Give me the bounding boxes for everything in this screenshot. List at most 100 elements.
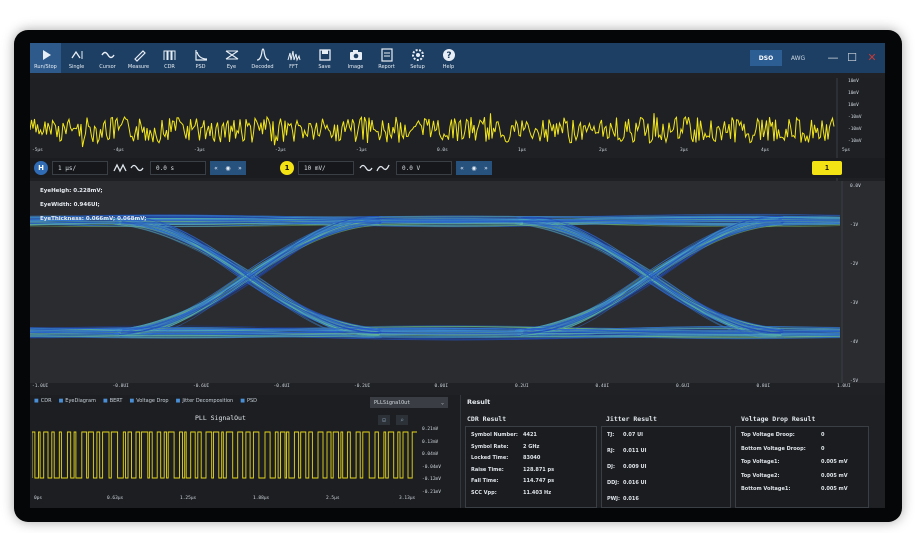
- tab-psd[interactable]: ■ PSD: [240, 398, 257, 404]
- svg-text:?: ?: [446, 51, 451, 61]
- result-row: DDJ: 0.016 UI: [607, 480, 646, 486]
- ac-coupling-icon[interactable]: [358, 161, 374, 175]
- toolbar-button-label: Single: [68, 63, 85, 70]
- measure-button[interactable]: Measure: [123, 43, 154, 73]
- center-vertical-button[interactable]: ◉: [468, 165, 480, 172]
- tab-cdr[interactable]: ■ CDR: [34, 398, 52, 404]
- overview-volt-label: -10mV: [848, 115, 862, 120]
- cdr-button[interactable]: CDR: [154, 43, 185, 73]
- eye-volt-label: -3V: [850, 301, 859, 306]
- awg-mode-button[interactable]: AWG: [782, 50, 814, 66]
- search-icon[interactable]: ⌕: [396, 415, 408, 425]
- dso-mode-button[interactable]: DSO: [750, 50, 782, 66]
- zoom-in-wave-icon[interactable]: [112, 161, 128, 175]
- pll-signal-plot[interactable]: [32, 426, 420, 490]
- cdr-result-box: Symbol Number: 4421 Symbol Rate: 2 GHz Locke…: [465, 426, 597, 508]
- play-icon: [39, 47, 53, 63]
- minimize-icon[interactable]: —: [825, 49, 841, 65]
- result-key: RJ:: [607, 448, 615, 454]
- fft-button[interactable]: FFT: [278, 43, 309, 73]
- dc-coupling-icon[interactable]: [375, 161, 391, 175]
- eye-trace: [522, 222, 784, 334]
- result-key: PWJ:: [607, 496, 621, 502]
- result-row: Fall Time: 114.747 ps: [471, 478, 554, 484]
- move-right-button[interactable]: »: [234, 165, 246, 172]
- result-row: Locked Time: 83040: [471, 455, 540, 461]
- result-value: 0: [821, 432, 825, 438]
- pll-volt-label: 0.04mV: [422, 452, 439, 457]
- tab-dot-icon: ■: [58, 398, 64, 404]
- tab-label: Voltage Drop: [136, 398, 169, 404]
- decoded-button[interactable]: Decoded: [247, 43, 278, 73]
- help-icon: ?: [442, 47, 456, 63]
- save-button[interactable]: Save: [309, 43, 340, 73]
- tab-label: BERT: [109, 398, 123, 404]
- tab-dot-icon: ■: [240, 398, 245, 404]
- mode-switch: DSO AWG: [750, 50, 814, 66]
- result-key: Bottom Voltage1:: [741, 486, 791, 492]
- eye-trace: [120, 218, 381, 329]
- result-value: 0.005 mV: [821, 472, 848, 479]
- overview-time-tick: -5μs: [32, 148, 43, 153]
- single-button[interactable]: Single: [61, 43, 92, 73]
- vertical-nav-group: « ◉ »: [456, 161, 492, 175]
- move-left-button[interactable]: «: [210, 165, 222, 172]
- tab-jitter-decomposition[interactable]: ■ Jitter Decomposition: [176, 398, 234, 404]
- eye-trace: [522, 218, 783, 329]
- psd-button[interactable]: PSD: [185, 43, 216, 73]
- single-trigger-icon: [70, 47, 84, 63]
- result-key: DJ:: [607, 464, 616, 470]
- voltage-result-box: Top Voltage Droop: 0 Bottom Voltage Droop:…: [735, 426, 869, 508]
- result-value: 0: [821, 445, 825, 452]
- pll-time-tick: 3.13μs: [399, 496, 416, 501]
- channel-badge[interactable]: 1: [812, 161, 842, 175]
- horizontal-offset-input[interactable]: 0.0 s: [150, 161, 206, 175]
- vertical-offset-input[interactable]: 0.0 V: [396, 161, 452, 175]
- overview-time-tick: -2μs: [275, 148, 286, 153]
- help-button[interactable]: ? Help: [433, 43, 464, 73]
- tab-eyediagram[interactable]: ■ EyeDiagram: [59, 398, 96, 404]
- result-title: Result: [467, 398, 491, 406]
- tab-voltage-drop[interactable]: ■ Voltage Drop: [129, 398, 168, 404]
- overview-signal-line: [30, 113, 835, 148]
- toolbar-button-label: Setup: [410, 63, 425, 70]
- zoom-out-wave-icon[interactable]: [129, 161, 145, 175]
- tab-label: Jitter Decomposition: [182, 398, 234, 404]
- zoom-icon[interactable]: ⊟: [378, 415, 390, 425]
- run-stop-button[interactable]: Run/Stop: [30, 43, 61, 73]
- jitter-result-heading: Jitter Result: [606, 415, 657, 423]
- move-up-button[interactable]: »: [480, 165, 492, 172]
- move-down-button[interactable]: «: [456, 165, 468, 172]
- tab-dot-icon: ■: [102, 398, 108, 404]
- report-button[interactable]: Report: [371, 43, 402, 73]
- center-button[interactable]: ◉: [222, 165, 234, 172]
- jitter-result-box: TJ: 0.07 UI RJ: 0.011 UI DJ: 0.009 UI DDJ: 0.01…: [601, 426, 731, 508]
- horizontal-channel-icon[interactable]: H: [34, 161, 48, 175]
- overview-volt-label: -10mV: [848, 139, 862, 144]
- maximize-icon[interactable]: ☐: [844, 49, 860, 65]
- result-value: 83040: [523, 455, 541, 461]
- tab-bert[interactable]: ■ BERT: [103, 398, 123, 404]
- eye-trace: [120, 222, 382, 334]
- toolbar-button-label: Decoded: [251, 63, 274, 70]
- pll-volt-label: 0.13mV: [422, 439, 439, 445]
- result-row: DJ: 0.009 UI: [607, 464, 646, 470]
- eye-ui-tick: 0.8UI: [756, 384, 771, 389]
- setup-button[interactable]: Setup: [402, 43, 433, 73]
- result-key: Symbol Number:: [471, 432, 518, 438]
- bottom-panel: ■ CDR ■ EyeDiagram ■ BERT ■ Voltage Drop ■ Jitter…: [30, 395, 885, 508]
- eye-button[interactable]: Eye: [216, 43, 247, 73]
- overview-time-axis: -5μs -4μs -3μs -2μs -1μs 0.0s 1μs 2μs 3μs 4μs 5μs: [30, 147, 885, 157]
- signal-select[interactable]: PLLSignalOut ⌄: [370, 397, 448, 408]
- timebase-input[interactable]: 1 μs/: [52, 161, 108, 175]
- eye-trace: [524, 221, 785, 330]
- psd-icon: [194, 47, 208, 63]
- cursor-button[interactable]: Cursor: [92, 43, 123, 73]
- eye-diagram[interactable]: EyeHeigh: 0.228mV; EyeWidth: 0.946UI; Ey…: [30, 181, 885, 383]
- eye-ui-tick: 0.4UI: [595, 384, 610, 389]
- channel-1-icon[interactable]: 1: [280, 161, 294, 175]
- vertical-scale-input[interactable]: 10 mV/: [298, 161, 354, 175]
- pll-volt-label: 0.21mV: [422, 427, 439, 432]
- close-icon[interactable]: ✕: [864, 49, 880, 65]
- image-button[interactable]: Image: [340, 43, 371, 73]
